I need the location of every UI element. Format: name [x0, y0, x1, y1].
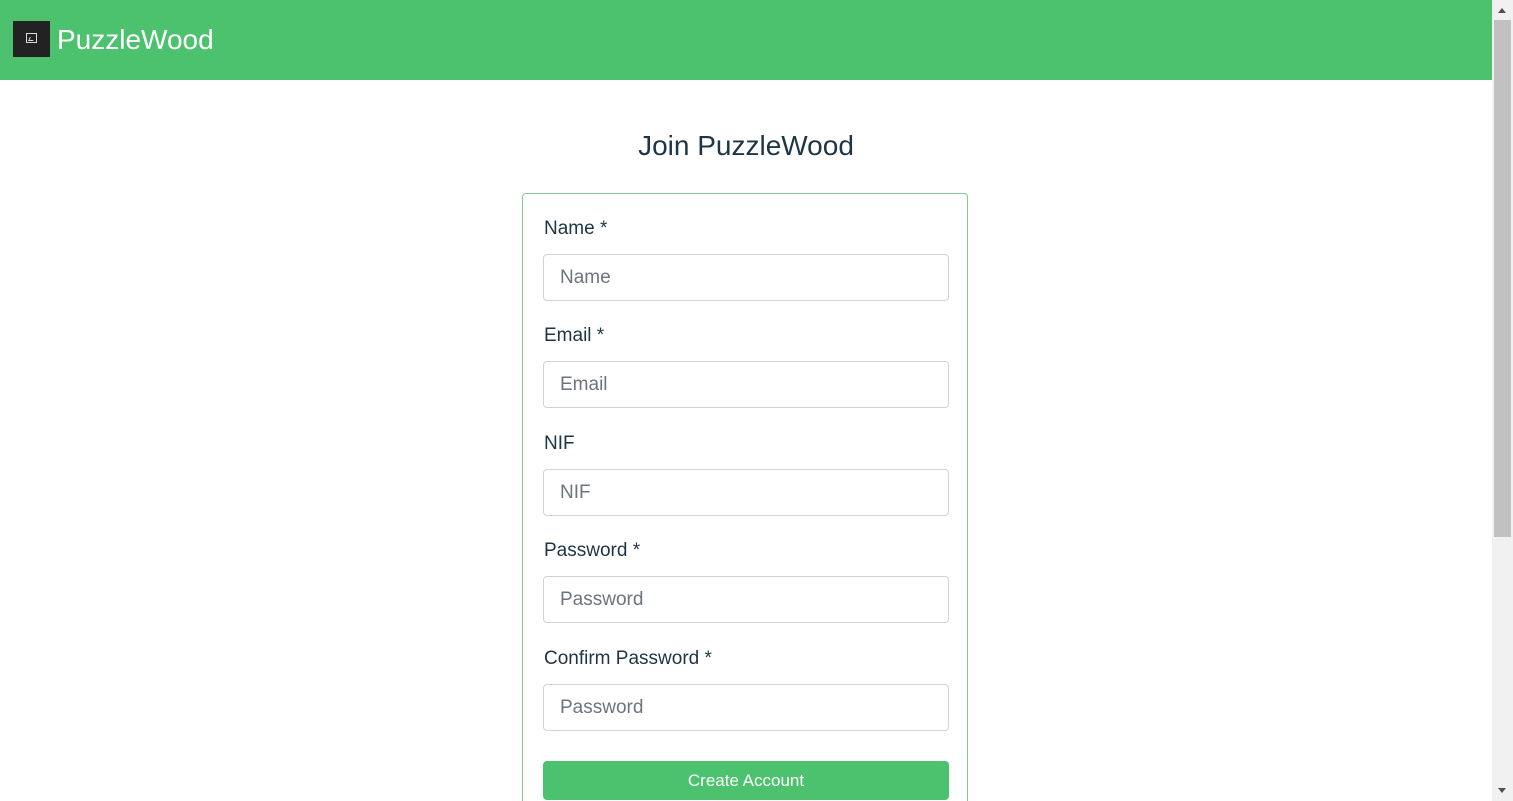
scrollbar-thumb[interactable]	[1494, 20, 1511, 537]
nif-input[interactable]	[543, 469, 949, 516]
name-input[interactable]	[543, 254, 949, 301]
confirm-password-input[interactable]	[543, 684, 949, 731]
nif-label: NIF	[544, 433, 575, 454]
vertical-scrollbar[interactable]	[1492, 0, 1513, 801]
page: PuzzleWood Join PuzzleWood Name * Email …	[0, 0, 1513, 801]
top-navbar: PuzzleWood	[0, 0, 1492, 80]
image-icon	[26, 33, 37, 43]
email-input[interactable]	[543, 361, 949, 408]
confirm-password-label: Confirm Password *	[544, 648, 712, 669]
email-label: Email *	[544, 325, 605, 346]
password-label: Password *	[544, 540, 641, 561]
scroll-down-arrow-icon[interactable]	[1498, 788, 1506, 793]
signup-form: Name * Email * NIF Password * Confirm Pa…	[522, 193, 968, 801]
logo[interactable]	[13, 21, 50, 57]
password-input[interactable]	[543, 576, 949, 623]
scroll-up-arrow-icon[interactable]	[1498, 8, 1506, 13]
name-label: Name *	[544, 218, 608, 239]
brand-link[interactable]: PuzzleWood	[57, 24, 214, 56]
page-title: Join PuzzleWood	[638, 130, 854, 161]
create-account-button[interactable]: Create Account	[543, 761, 949, 800]
